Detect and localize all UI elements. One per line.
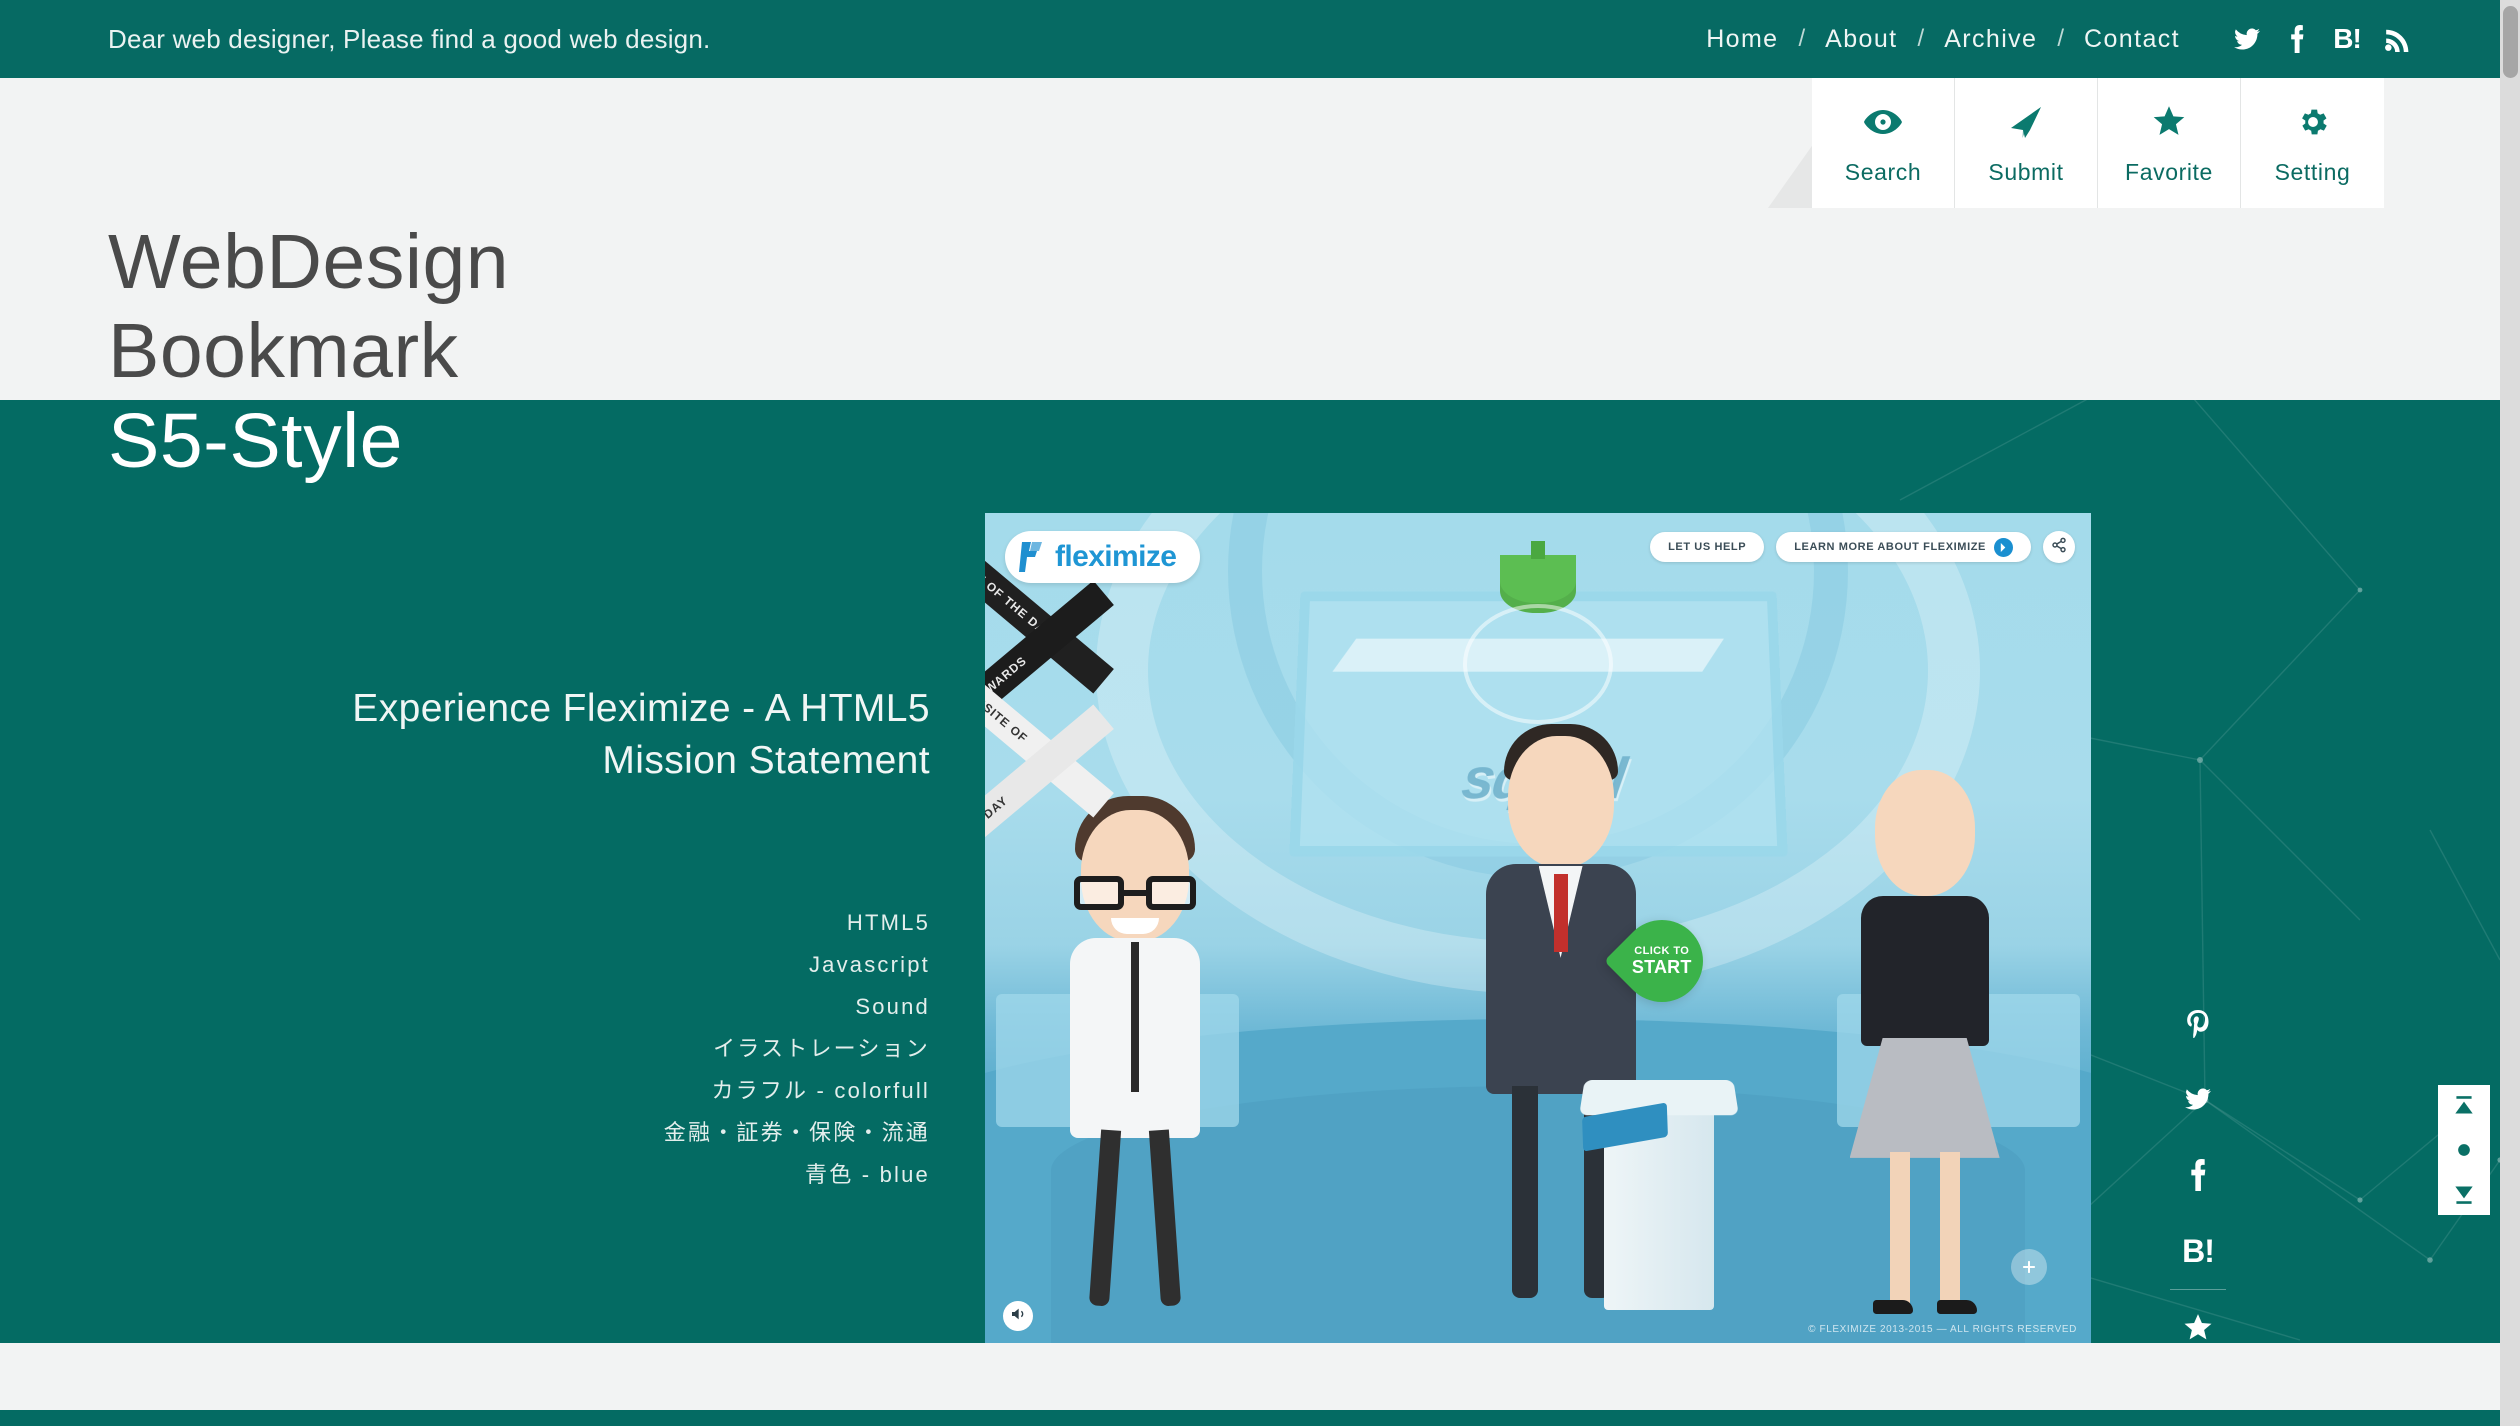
glasses-icon <box>1074 875 1197 910</box>
scroll-to-top-icon[interactable] <box>2447 1090 2481 1124</box>
search-label: Search <box>1844 158 1922 185</box>
shoes <box>1872 1296 1977 1314</box>
thumbnail-copyright: © FLEXIMIZE 2013-2015 — ALL RIGHTS RESER… <box>1808 1324 2077 1335</box>
body <box>1860 895 1989 1046</box>
twitter-icon[interactable] <box>2170 1061 2226 1137</box>
sound-icon <box>1010 1306 1026 1327</box>
top-social-links: B! <box>2222 25 2422 53</box>
entry-tag-list: HTML5 Javascript Sound イラストレーション カラフル - … <box>290 902 930 1196</box>
let-us-help-label: LET US HELP <box>1668 541 1747 553</box>
character-illustration <box>1825 720 2025 1314</box>
gear-icon <box>2296 101 2330 143</box>
tag-item[interactable]: 青色 - blue <box>290 1154 930 1196</box>
page-scrollbar-thumb[interactable] <box>2503 6 2518 78</box>
entry-thumbnail[interactable]: squad fleximize SITE OF THE DAY <box>985 513 2091 1343</box>
footer-light-band <box>0 1343 2500 1410</box>
fleximize-wordmark: fleximize <box>1055 540 1177 573</box>
nav-separator: / <box>1798 25 1806 52</box>
site-tagline: Dear web designer, Please find a good we… <box>108 23 711 54</box>
page-title-line-3: S5-Style <box>108 397 404 484</box>
setting-label: Setting <box>2274 158 2351 185</box>
pinterest-icon[interactable] <box>2170 985 2226 1061</box>
character-illustration <box>1040 770 1230 1310</box>
top-bar: Dear web designer, Please find a good we… <box>0 0 2500 78</box>
plus-icon <box>2019 1257 2039 1277</box>
nav-item-home[interactable]: Home <box>1702 25 1782 54</box>
paper-plane-icon <box>2008 101 2044 143</box>
favorite-button[interactable]: Favorite <box>2098 78 2241 208</box>
submit-label: Submit <box>1988 158 2064 185</box>
favorite-label: Favorite <box>2125 158 2213 185</box>
nav-item-contact[interactable]: Contact <box>2080 25 2184 54</box>
rss-icon[interactable] <box>2372 26 2422 52</box>
share-rail: B! <box>2170 985 2226 1366</box>
top-nav: Home / About / Archive / Contact B! <box>1702 25 2422 54</box>
lamp-glow-decoration <box>1463 604 1613 725</box>
scroll-dot-icon[interactable] <box>2447 1133 2481 1167</box>
search-button[interactable]: Search <box>1812 78 1955 208</box>
scroll-widget <box>2438 1085 2490 1215</box>
nav-separator: / <box>2057 25 2065 52</box>
eye-icon <box>1863 101 1903 143</box>
head <box>1507 735 1614 868</box>
tag-item[interactable]: カラフル - colorfull <box>290 1070 930 1112</box>
share-button[interactable] <box>2043 531 2075 563</box>
tag-item[interactable]: 金融・証券・保険・流通 <box>290 1112 930 1154</box>
skirt <box>1849 1037 2000 1158</box>
plus-button[interactable] <box>2011 1249 2047 1285</box>
setting-button[interactable]: Setting <box>2241 78 2384 208</box>
let-us-help-button[interactable]: LET US HELP <box>1650 532 1765 562</box>
learn-more-label: LEARN MORE ABOUT FLEXIMIZE <box>1794 541 1986 553</box>
cta-line-1: CLICK TO <box>1634 944 1690 957</box>
fleximize-logo[interactable]: fleximize <box>1005 531 1201 583</box>
star-icon[interactable] <box>2170 1290 2226 1366</box>
share-icon <box>2051 537 2067 558</box>
head <box>1874 769 1975 896</box>
legs <box>1083 1129 1187 1310</box>
arrow-right-icon <box>1994 537 2013 557</box>
action-toolbar: Search Submit Favorite Setting <box>1812 78 2384 208</box>
tie <box>1553 873 1568 952</box>
facebook-icon[interactable] <box>2272 25 2322 53</box>
cta-line-2: START <box>1632 956 1692 977</box>
tie <box>1131 941 1140 1092</box>
tag-item[interactable]: HTML5 <box>290 902 930 944</box>
nav-item-about[interactable]: About <box>1821 25 1901 54</box>
page-title-line-2: Bookmark <box>108 308 459 395</box>
entry-title[interactable]: Experience Fleximize - A HTML5 Mission S… <box>290 683 930 787</box>
tag-item[interactable]: イラストレーション <box>290 1028 930 1070</box>
scroll-to-bottom-icon[interactable] <box>2447 1176 2481 1210</box>
tag-item[interactable]: Sound <box>290 986 930 1028</box>
page-title-line-1: WebDesign <box>108 219 510 305</box>
facebook-icon[interactable] <box>2170 1137 2226 1213</box>
twitter-icon[interactable] <box>2222 26 2272 52</box>
learn-more-button[interactable]: LEARN MORE ABOUT FLEXIMIZE <box>1776 532 2031 562</box>
legs <box>1880 1151 1970 1312</box>
tag-item[interactable]: Javascript <box>290 944 930 986</box>
page-scrollbar-track[interactable] <box>2500 0 2520 1426</box>
sound-toggle-button[interactable] <box>1003 1301 1033 1331</box>
nav-item-archive[interactable]: Archive <box>1940 25 2041 54</box>
fleximize-mark-icon <box>1019 542 1045 572</box>
hatena-icon[interactable]: B! <box>2322 25 2372 53</box>
thumbnail-action-buttons: LET US HELP LEARN MORE ABOUT FLEXIMIZE <box>1650 531 2075 563</box>
nav-separator: / <box>1917 25 1925 52</box>
submit-button[interactable]: Submit <box>1955 78 2098 208</box>
hatena-label: B! <box>2182 1232 2215 1269</box>
hatena-icon[interactable]: B! <box>2170 1213 2226 1289</box>
footer-teal-band <box>0 1410 2500 1426</box>
hatena-label: B! <box>2333 23 2362 54</box>
star-icon <box>2151 101 2187 143</box>
page-title: WebDesign Bookmark S5-Style <box>108 218 509 486</box>
